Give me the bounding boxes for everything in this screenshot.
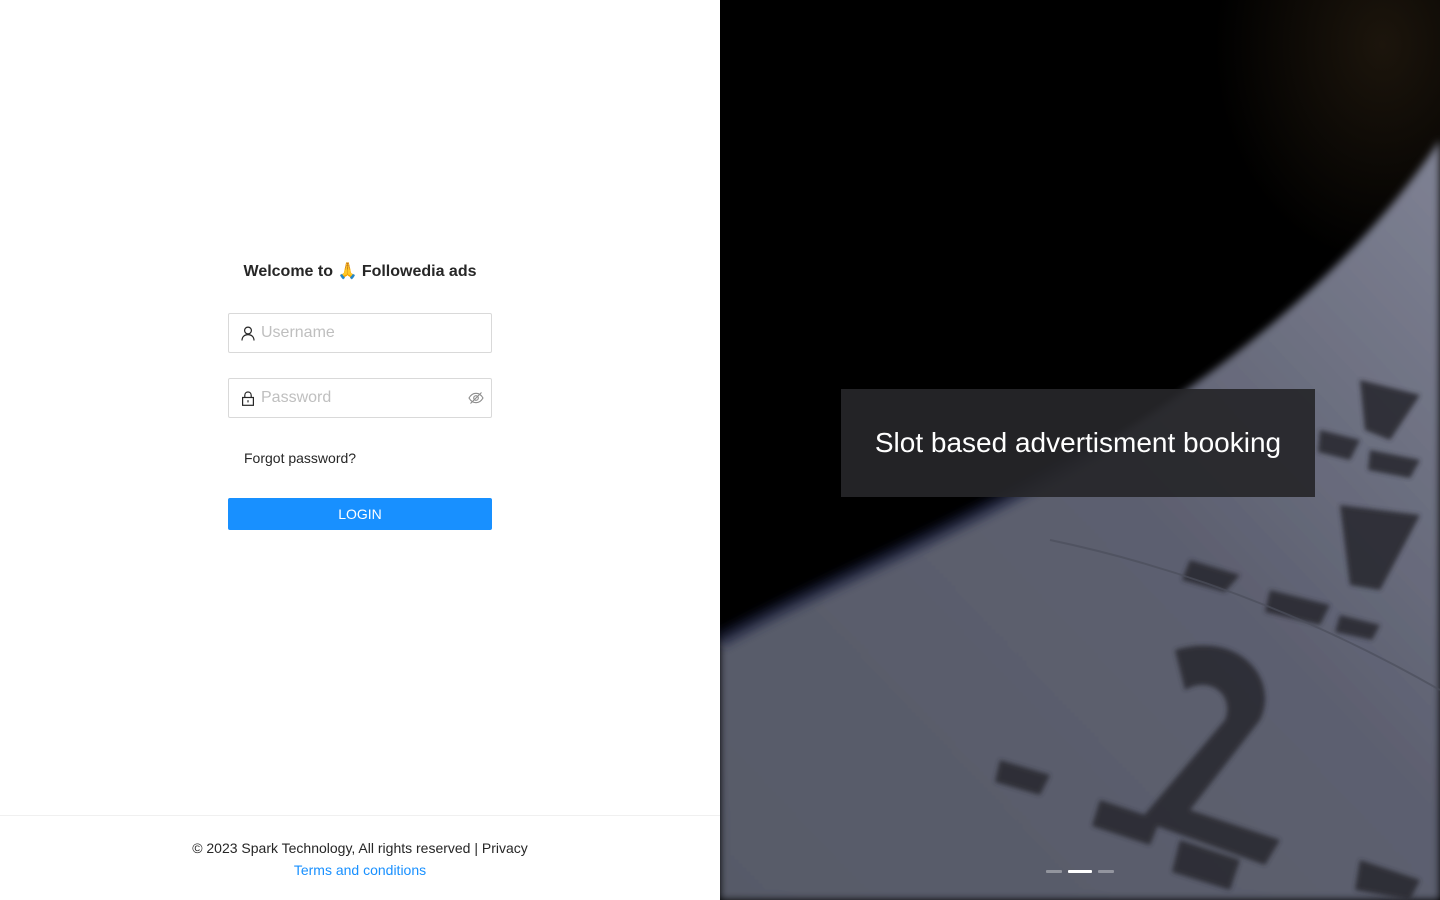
footer-copyright-line: © 2023 Spark Technology, All rights rese… xyxy=(0,840,720,856)
carousel-caption: Slot based advertisment booking xyxy=(841,389,1315,497)
forgot-password-link[interactable]: Forgot password? xyxy=(244,450,356,466)
footer: © 2023 Spark Technology, All rights rese… xyxy=(0,815,720,900)
password-field[interactable] xyxy=(228,378,492,418)
carousel-dots xyxy=(1046,870,1114,873)
login-button[interactable]: LOGIN xyxy=(228,498,492,530)
username-input[interactable] xyxy=(261,314,491,352)
carousel-dot-2[interactable] xyxy=(1068,870,1092,873)
copyright-text: © 2023 Spark Technology, All rights rese… xyxy=(192,840,478,856)
carousel-panel: Slot based advertisment booking xyxy=(720,0,1440,900)
user-icon xyxy=(241,325,255,341)
welcome-heading: Welcome to 🙏 Followedia ads xyxy=(243,263,477,280)
login-panel: Welcome to 🙏 Followedia ads Username For… xyxy=(0,0,720,900)
footer-terms-line: Terms and conditions xyxy=(0,862,720,878)
username-field[interactable] xyxy=(228,313,492,353)
carousel-caption-text: Slot based advertisment booking xyxy=(874,427,1282,458)
terms-link[interactable]: Terms and conditions xyxy=(294,862,426,878)
carousel-dot-3[interactable] xyxy=(1098,870,1114,873)
carousel-dot-1[interactable] xyxy=(1046,870,1062,873)
eye-invisible-icon[interactable] xyxy=(468,390,484,406)
password-input[interactable] xyxy=(261,379,468,417)
privacy-link[interactable]: Privacy xyxy=(482,840,528,856)
lock-icon xyxy=(241,390,255,406)
